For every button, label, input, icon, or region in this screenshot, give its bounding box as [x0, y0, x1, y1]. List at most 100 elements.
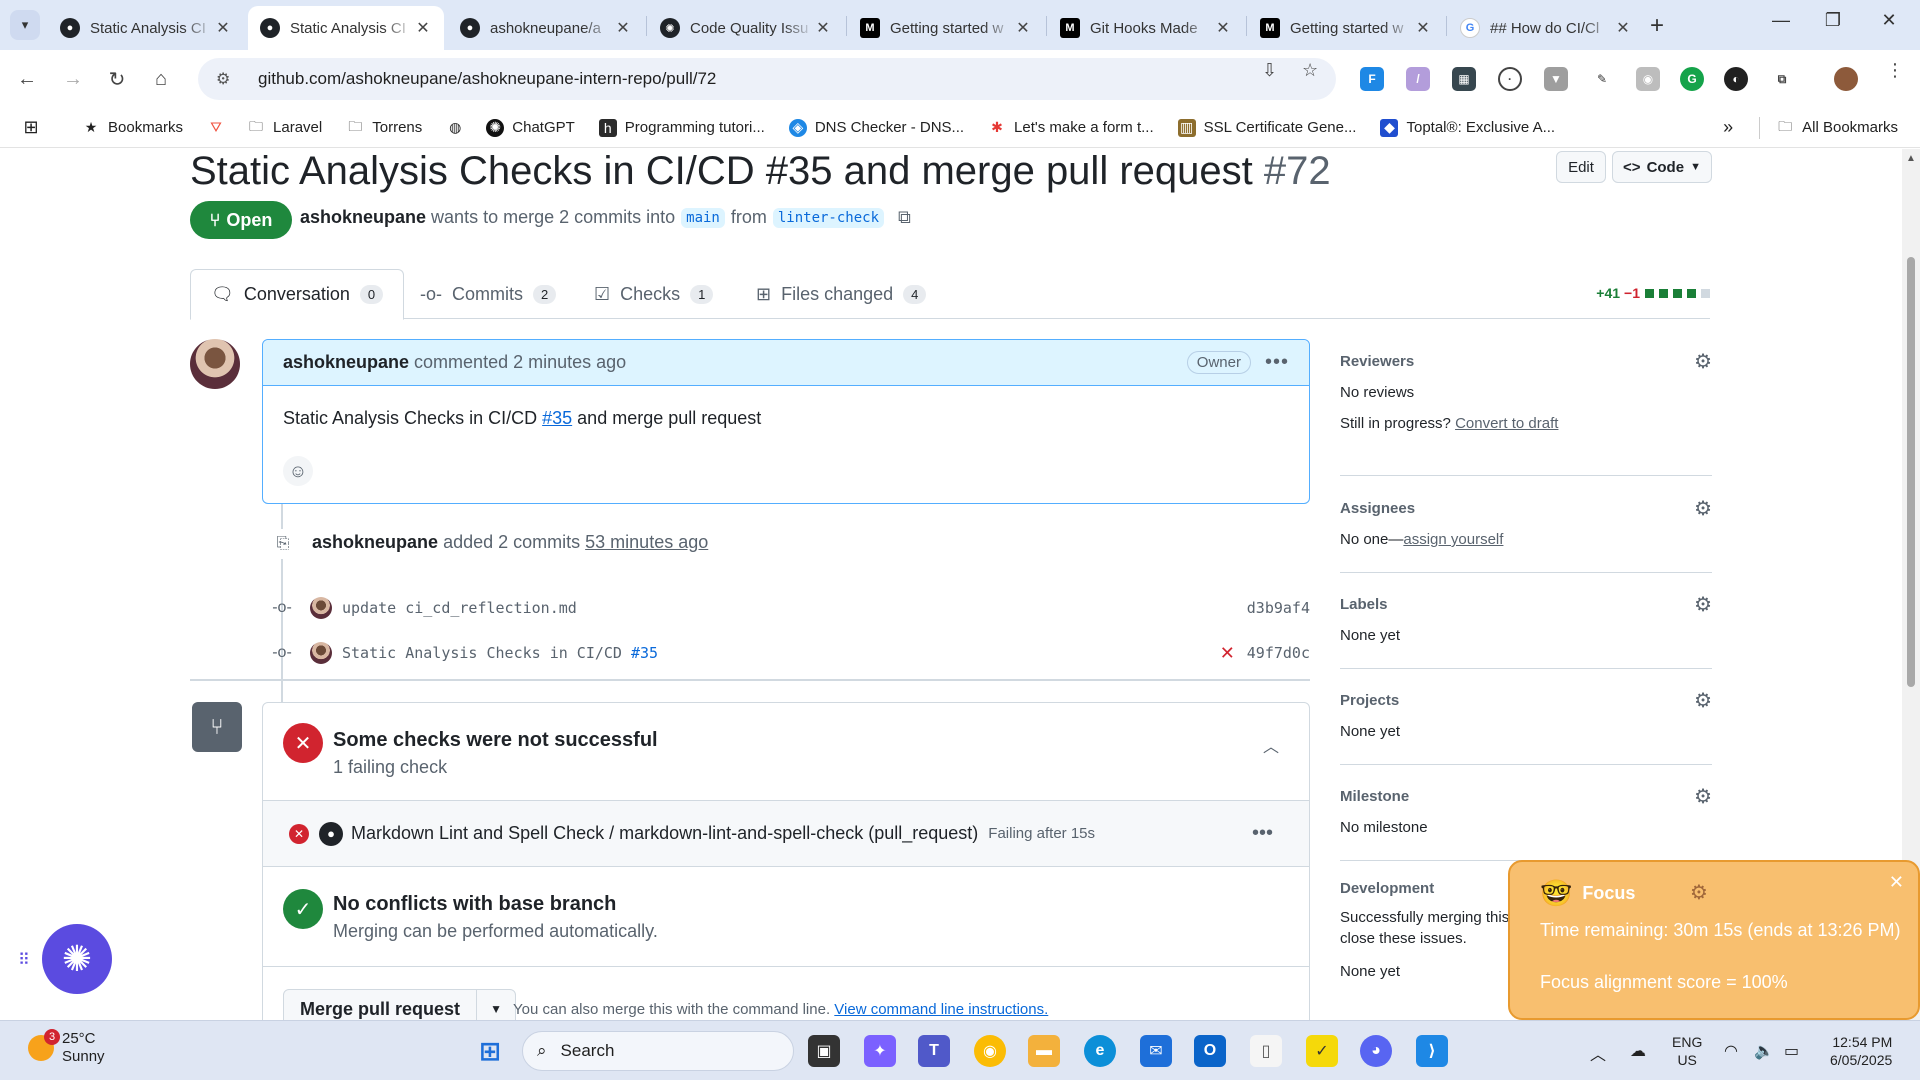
battery-icon[interactable]: ▭ — [1784, 1041, 1799, 1061]
bookmark-star-icon[interactable]: ☆ — [1302, 60, 1318, 81]
bookmark-item[interactable]: ✱ Let's make a form t... — [988, 119, 1153, 137]
gear-icon[interactable]: ⚙ — [1694, 496, 1712, 521]
forward-icon[interactable]: → — [56, 62, 90, 96]
extension-icon[interactable]: ▼ — [1544, 67, 1568, 91]
chevron-down-icon[interactable]: ▼ — [477, 990, 515, 1020]
gear-icon[interactable]: ⚙ — [1694, 784, 1712, 809]
browser-tab[interactable]: ● ashokneupane/a ✕ — [448, 6, 644, 50]
comment-timestamp[interactable]: commented 2 minutes ago — [414, 352, 626, 373]
browser-tab-active[interactable]: ● Static Analysis CI ✕ — [248, 6, 444, 50]
commit-sha[interactable]: 49f7d0c — [1247, 644, 1310, 662]
discord-icon[interactable]: ◕ — [1360, 1035, 1392, 1067]
site-info-icon[interactable]: ⚙ — [216, 69, 238, 89]
close-icon[interactable]: ✕ — [1214, 18, 1232, 38]
back-icon[interactable]: ← — [10, 62, 44, 96]
browser-tab[interactable]: G ## How do CI/Cl ✕ — [1448, 6, 1644, 50]
language-indicator[interactable]: ENG US — [1672, 1033, 1702, 1069]
tab-conversation[interactable]: 🗨 Conversation 0 — [190, 269, 405, 320]
extensions-puzzle-icon[interactable]: ⧉ — [1770, 67, 1794, 91]
tab-search-button[interactable]: ▾ — [10, 10, 40, 40]
extension-icon[interactable]: ▦ — [1452, 67, 1476, 91]
tab-checks[interactable]: ☑ Checks 1 — [594, 269, 714, 319]
weather-widget[interactable]: 3 25°C Sunny — [28, 1029, 105, 1066]
check-name[interactable]: Markdown Lint and Spell Check / markdown… — [351, 823, 978, 844]
close-icon[interactable]: ✕ — [614, 18, 632, 38]
bookmark-item[interactable]: h Programming tutori... — [598, 118, 765, 137]
bookmark-item[interactable]: ◆ Toptal®: Exclusive A... — [1380, 118, 1555, 137]
command-line-link[interactable]: View command line instructions. — [834, 1001, 1048, 1018]
home-icon[interactable]: ⌂ — [144, 62, 178, 96]
comment-author[interactable]: ashokneupane — [283, 352, 409, 373]
reload-icon[interactable]: ↻ — [100, 62, 134, 96]
edit-button[interactable]: Edit — [1556, 151, 1606, 183]
chevron-up-icon[interactable]: ︿ — [1263, 733, 1279, 757]
commit-sha[interactable]: d3b9af4 — [1247, 599, 1310, 617]
code-button[interactable]: <> Code ▼ — [1612, 151, 1712, 183]
bookmark-item[interactable]: ▥ SSL Certificate Gene... — [1177, 118, 1356, 137]
edge-icon[interactable]: e — [1084, 1035, 1116, 1067]
bookmark-folder[interactable]: 🗀 Torrens — [346, 118, 422, 137]
task-view-icon[interactable]: ▣ — [808, 1035, 840, 1067]
close-icon[interactable]: ✕ — [814, 18, 832, 38]
all-bookmarks[interactable]: 🗀 All Bookmarks — [1776, 118, 1898, 137]
browser-tab[interactable]: M Git Hooks Made ✕ — [1048, 6, 1244, 50]
floating-assistant[interactable]: ⠿ ✺ — [18, 924, 112, 994]
system-clock[interactable]: 12:54 PM 6/05/2025 — [1830, 1033, 1892, 1069]
issue-link[interactable]: #35 — [631, 644, 658, 662]
base-branch[interactable]: main — [681, 207, 725, 228]
new-tab-icon[interactable]: + — [1650, 12, 1664, 40]
add-reaction-icon[interactable]: ☺ — [283, 456, 313, 486]
taskbar-search[interactable]: ⌕ Search — [522, 1031, 794, 1071]
volume-icon[interactable]: 🔈 — [1754, 1041, 1774, 1061]
extension-icon[interactable]: / — [1406, 67, 1430, 91]
close-icon[interactable]: ✕ — [214, 18, 232, 38]
profile-avatar[interactable] — [1834, 67, 1858, 91]
extension-icon[interactable]: F — [1360, 67, 1384, 91]
avatar[interactable] — [310, 597, 332, 619]
browser-tab[interactable]: M Getting started w ✕ — [1248, 6, 1444, 50]
file-explorer-icon[interactable]: ▬ — [1028, 1035, 1060, 1067]
merge-pull-request-button[interactable]: Merge pull request ▼ — [283, 989, 517, 1020]
checks-summary[interactable]: ✕ Some checks were not successful 1 fail… — [263, 703, 1309, 801]
avatar[interactable] — [190, 339, 240, 389]
commit-message[interactable]: update ci_cd_reflection.md — [342, 599, 577, 617]
close-window-icon[interactable]: ✕ — [1866, 10, 1912, 31]
assistant-icon[interactable]: ✺ — [42, 924, 112, 994]
convert-to-draft-link[interactable]: Convert to draft — [1455, 415, 1558, 432]
kebab-menu-icon[interactable]: ••• — [1265, 351, 1289, 374]
bookmark-item[interactable]: ◈ DNS Checker - DNS... — [788, 118, 964, 137]
commit-message[interactable]: Static Analysis Checks in CI/CD #35 — [342, 644, 658, 662]
more-bookmarks-icon[interactable]: » — [1723, 117, 1733, 138]
grammarly-icon[interactable]: G — [1680, 67, 1704, 91]
close-icon[interactable]: ✕ — [1014, 18, 1032, 38]
issue-link[interactable]: #35 — [542, 408, 572, 428]
tab-commits[interactable]: -o- Commits 2 — [420, 269, 557, 319]
notepad-icon[interactable]: ▯ — [1250, 1035, 1282, 1067]
mail-icon[interactable]: ✉ — [1140, 1035, 1172, 1067]
drag-handle-icon[interactable]: ⠿ — [18, 950, 30, 970]
wifi-icon[interactable]: ◠ — [1724, 1041, 1738, 1061]
restore-icon[interactable]: ❐ — [1810, 10, 1856, 31]
gear-icon[interactable]: ⚙ — [1694, 592, 1712, 617]
assign-yourself-link[interactable]: assign yourself — [1403, 531, 1503, 548]
bookmark-item[interactable]: ✺ ChatGPT — [486, 118, 575, 137]
avatar[interactable] — [310, 642, 332, 664]
event-timestamp[interactable]: 53 minutes ago — [585, 532, 708, 552]
gear-icon[interactable]: ⚙ — [1690, 880, 1708, 905]
install-app-icon[interactable]: ⇩ — [1262, 60, 1277, 81]
head-branch[interactable]: linter-check — [772, 207, 885, 228]
bookmark-item[interactable]: ⛛ — [207, 119, 233, 137]
author-link[interactable]: ashokneupane — [300, 207, 426, 228]
kebab-menu-icon[interactable]: ••• — [1252, 822, 1273, 845]
close-icon[interactable]: ✕ — [414, 18, 432, 38]
browser-tab[interactable]: ● Static Analysis CI ✕ — [48, 6, 244, 50]
bookmark-item[interactable]: ◍ — [446, 119, 472, 137]
gear-icon[interactable]: ⚙ — [1694, 688, 1712, 713]
close-icon[interactable]: ✕ — [1614, 18, 1632, 38]
chrome-icon[interactable]: ◉ — [974, 1035, 1006, 1067]
close-icon[interactable]: ✕ — [1414, 18, 1432, 38]
close-icon[interactable]: ✕ — [1889, 872, 1904, 893]
bookmark-folder[interactable]: 🗀 Laravel — [247, 118, 322, 137]
apps-icon[interactable]: ⊞ — [22, 117, 48, 137]
camera-icon[interactable]: ◉ — [1636, 67, 1660, 91]
